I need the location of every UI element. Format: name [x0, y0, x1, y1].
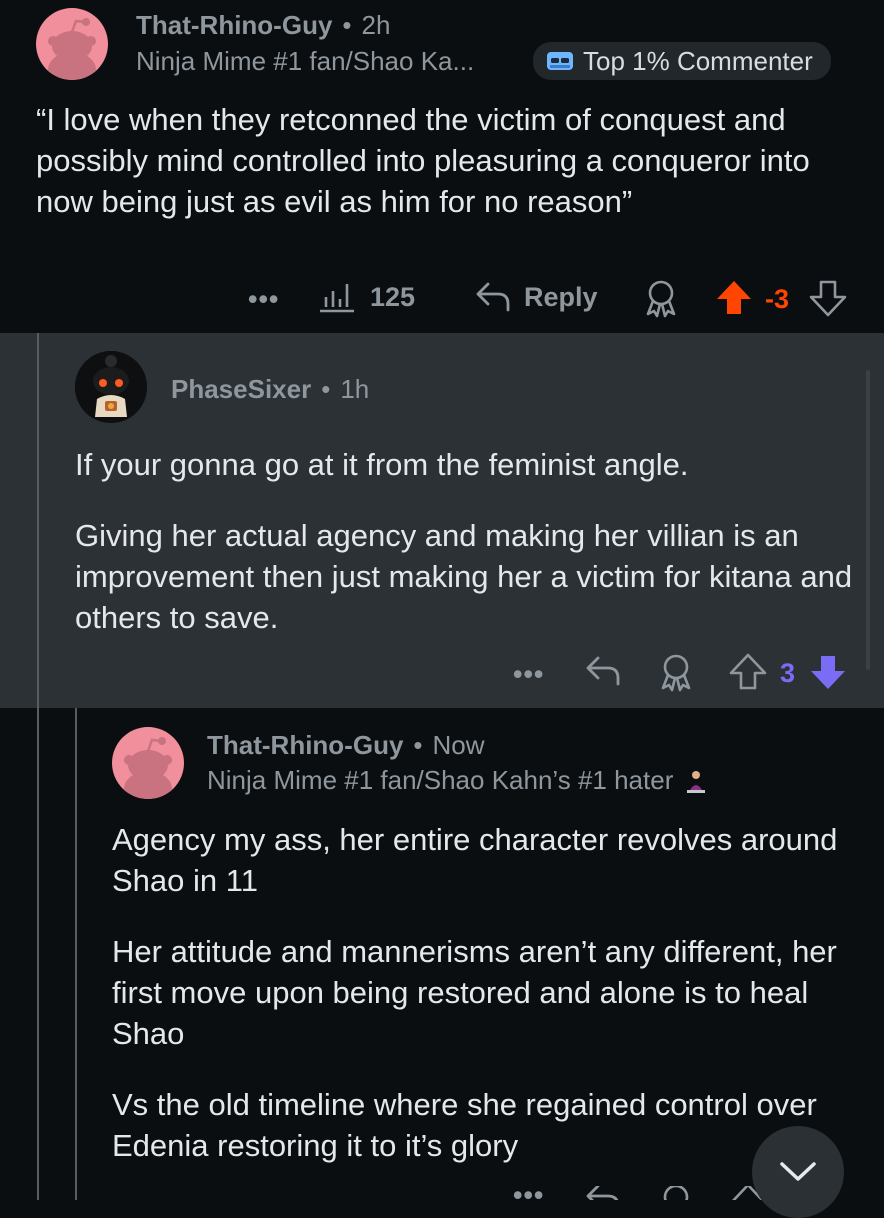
- comment-paragraph: Vs the old timeline where she regained c…: [112, 1087, 817, 1163]
- reply-button[interactable]: [584, 654, 622, 693]
- snoo-avatar-icon: [48, 18, 96, 80]
- award-button[interactable]: [657, 652, 695, 697]
- snoo-avatar-icon: [75, 351, 147, 423]
- award-icon: [661, 654, 691, 692]
- reply-label: Reply: [524, 281, 598, 312]
- reply-arrow-icon: [586, 656, 620, 686]
- comment-3-actions: •••: [0, 1186, 884, 1200]
- comment-timestamp: Now: [432, 730, 485, 760]
- chevron-down-icon: [780, 1162, 816, 1181]
- views-counter[interactable]: 125: [318, 280, 415, 314]
- views-count: 125: [370, 281, 416, 312]
- comment-timestamp: 2h: [361, 10, 391, 40]
- vote-count: 3: [780, 658, 796, 688]
- snoo-avatar-icon: [124, 737, 172, 799]
- commenter-badge-icon: [547, 52, 573, 70]
- comment-body: “I love when they retconned the victim o…: [36, 102, 810, 219]
- user-flair: Ninja Mime #1 fan/Shao Kahn’s #1 hater: [207, 765, 674, 795]
- more-options-button[interactable]: •••: [513, 659, 544, 690]
- user-avatar[interactable]: [112, 727, 184, 799]
- top-commenter-badge[interactable]: Top 1% Commenter: [533, 42, 831, 80]
- badge-label: Top 1% Commenter: [583, 45, 813, 76]
- reply-arrow-icon[interactable]: [584, 1186, 622, 1200]
- vote-count: -3: [765, 284, 790, 314]
- thread-line-nested[interactable]: [75, 708, 77, 1200]
- comment-paragraph: Giving her actual agency and making her …: [75, 518, 853, 635]
- user-avatar[interactable]: [36, 8, 108, 80]
- comment-paragraph: If your gonna go at it from the feminist…: [75, 447, 689, 482]
- user-flair: Ninja Mime #1 fan/Shao Ka...: [136, 46, 475, 76]
- award-button[interactable]: [642, 278, 680, 323]
- upvote-arrow-icon: [729, 653, 767, 690]
- upvote-arrow-icon: [717, 281, 751, 314]
- flair-emoji-icon: [687, 770, 706, 793]
- reply-arrow-icon: [476, 282, 510, 312]
- award-icon: [646, 280, 676, 318]
- downvote-arrow-icon: [811, 656, 845, 689]
- reply-button[interactable]: Reply: [474, 280, 598, 314]
- comment-username[interactable]: That-Rhino-Guy: [207, 730, 403, 761]
- more-options-button[interactable]: •••: [513, 1186, 544, 1200]
- scroll-down-button[interactable]: [752, 1126, 844, 1218]
- upvote-button[interactable]: [714, 278, 754, 323]
- comment-username[interactable]: PhaseSixer: [171, 374, 311, 405]
- meta-separator: •: [342, 10, 352, 40]
- downvote-button[interactable]: [808, 652, 848, 697]
- upvote-button[interactable]: [728, 652, 768, 697]
- user-avatar[interactable]: [75, 351, 147, 423]
- thread-line[interactable]: [37, 333, 39, 1200]
- comment-paragraph: Her attitude and mannerisms aren’t any d…: [112, 934, 837, 1051]
- comment-timestamp: 1h: [340, 374, 370, 404]
- bar-chart-icon: [320, 284, 354, 313]
- scrollbar[interactable]: [866, 370, 870, 670]
- downvote-arrow-icon: [809, 280, 847, 317]
- more-options-button[interactable]: •••: [248, 284, 279, 315]
- meta-separator: •: [413, 730, 423, 760]
- downvote-button[interactable]: [808, 278, 848, 323]
- comment-username[interactable]: That-Rhino-Guy: [136, 10, 332, 41]
- comment-paragraph: Agency my ass, her entire character revo…: [112, 822, 838, 898]
- meta-separator: •: [321, 374, 331, 404]
- award-icon[interactable]: [657, 1186, 695, 1200]
